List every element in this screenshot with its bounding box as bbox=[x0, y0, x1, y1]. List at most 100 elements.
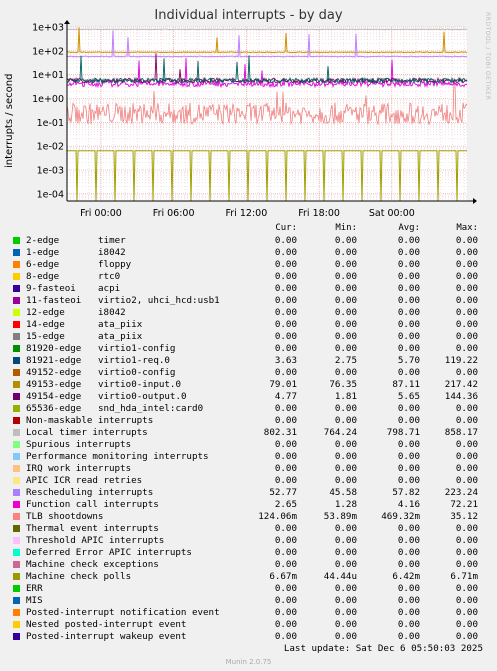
legend-row: 81920-edge virtio1-config 0.00 0.00 0.00 0.00 bbox=[0, 343, 497, 355]
legend-max-value: 0.00 bbox=[455, 235, 478, 246]
legend-row: 8-edge rtc0 0.00 0.00 0.00 0.00 bbox=[0, 271, 497, 283]
legend-row: Threshold APIC interrupts 0.00 0.00 0.00 0.0… bbox=[0, 535, 497, 547]
legend-swatch bbox=[13, 405, 20, 412]
legend-swatch bbox=[13, 465, 20, 472]
legend-max-value: 0.00 bbox=[455, 331, 478, 342]
x-tick-label: Fri 12:00 bbox=[226, 208, 268, 219]
legend-swatch bbox=[13, 273, 20, 280]
legend-device: virtio0-output.0 bbox=[98, 391, 187, 402]
legend-device: ata_piix bbox=[98, 319, 143, 330]
legend-min-value: 53.89m bbox=[323, 511, 357, 522]
legend-row: 49152-edge virtio0-config 0.00 0.00 0.00 0.00 bbox=[0, 367, 497, 379]
legend-swatch bbox=[13, 633, 20, 640]
legend-min-value: 0.00 bbox=[334, 523, 357, 534]
legend-label: Performance monitoring interrupts bbox=[26, 451, 209, 462]
legend-label: 2-edge bbox=[26, 235, 60, 246]
legend-label: Local timer interrupts bbox=[26, 427, 148, 438]
legend-min-value: 0.00 bbox=[334, 235, 357, 246]
legend-swatch bbox=[13, 321, 20, 328]
legend-max-value: 0.00 bbox=[455, 619, 478, 630]
legend-swatch bbox=[13, 489, 20, 496]
legend-row: 9-fasteoi acpi 0.00 0.00 0.00 0.00 bbox=[0, 283, 497, 295]
legend-swatch bbox=[13, 609, 20, 616]
legend-device: virtio0-input.0 bbox=[98, 379, 181, 390]
legend-device: virtio2, uhci_hcd:usb1 bbox=[98, 295, 220, 306]
legend-swatch bbox=[13, 453, 20, 460]
legend-swatch bbox=[13, 393, 20, 400]
legend-device: i8042 bbox=[98, 247, 126, 258]
legend-min-value: 764.24 bbox=[323, 427, 357, 438]
legend-min-value: 0.00 bbox=[334, 331, 357, 342]
legend-swatch bbox=[13, 357, 20, 364]
legend-min-value: 0.00 bbox=[334, 415, 357, 426]
legend-min-value: 0.00 bbox=[334, 283, 357, 294]
x-tick-label: Fri 00:00 bbox=[80, 208, 122, 219]
legend-max-value: 0.00 bbox=[455, 247, 478, 258]
series-local-timer bbox=[66, 28, 468, 31]
legend-min-value: 0.00 bbox=[334, 463, 357, 474]
chart-plot: 1e+03 1e+02 1e+01 1e+00 1e-01 1e-02 1e-03 1e-04… bbox=[32, 20, 477, 219]
last-update: Last update: Sat Dec 6 05:50:03 2025 bbox=[283, 643, 483, 654]
legend-swatch bbox=[13, 417, 20, 424]
legend-device: rtc0 bbox=[98, 271, 121, 282]
legend-swatch bbox=[13, 429, 20, 436]
legend-row: Posted-interrupt wakeup event 0.00 0.00 0.0… bbox=[0, 631, 497, 643]
legend-swatch bbox=[13, 369, 20, 376]
legend-row: 49153-edge virtio0-input.0 79.01 76.35 87.11… bbox=[0, 379, 497, 391]
legend-max-value: 0.00 bbox=[455, 463, 478, 474]
legend-max-value: 0.00 bbox=[455, 319, 478, 330]
legend-swatch bbox=[13, 297, 20, 304]
legend-label: Posted-interrupt wakeup event bbox=[26, 631, 187, 642]
legend-max-value: 0.00 bbox=[455, 403, 478, 414]
legend-label: Nested posted-interrupt event bbox=[26, 619, 187, 630]
legend-min-value: 0.00 bbox=[334, 559, 357, 570]
y-tick-label: 1e-01 bbox=[37, 118, 64, 129]
legend-swatch bbox=[13, 237, 20, 244]
legend-min-value: 0.00 bbox=[334, 439, 357, 450]
legend-max-value: 0.00 bbox=[455, 451, 478, 462]
legend-label: 14-edge bbox=[26, 319, 65, 330]
legend-min-value: 0.00 bbox=[334, 319, 357, 330]
legend-row: Performance monitoring interrupts 0.00 0.0… bbox=[0, 451, 497, 463]
legend-row: 12-edge i8042 0.00 0.00 0.00 0.00 bbox=[0, 307, 497, 319]
legend-device: floppy bbox=[98, 259, 132, 270]
legend-max-value: 0.00 bbox=[455, 475, 478, 486]
legend-max-value: 0.00 bbox=[455, 547, 478, 558]
legend-row: Local timer interrupts 802.31 764.24 798.71… bbox=[0, 427, 497, 439]
legend-label: 12-edge bbox=[26, 307, 65, 318]
legend-min-value: 0.00 bbox=[334, 451, 357, 462]
legend-max-value: 0.00 bbox=[455, 439, 478, 450]
legend-swatch bbox=[13, 333, 20, 340]
legend-max-value: 6.71m bbox=[450, 571, 478, 582]
legend-row: 49154-edge virtio0-output.0 4.77 1.81 5.65 14… bbox=[0, 391, 497, 403]
legend-row: 1-edge i8042 0.00 0.00 0.00 0.00 bbox=[0, 247, 497, 259]
legend-min-value: 0.00 bbox=[334, 619, 357, 630]
x-tick-label: Fri 18:00 bbox=[298, 208, 340, 219]
legend-label: Machine check exceptions bbox=[26, 559, 159, 570]
legend-label: Machine check polls bbox=[26, 571, 132, 582]
legend-label: IRQ work interrupts bbox=[26, 463, 132, 474]
legend-min-value: 0.00 bbox=[334, 343, 357, 354]
legend-device: i8042 bbox=[98, 307, 126, 318]
legend-swatch bbox=[13, 249, 20, 256]
legend-row: 81921-edge virtio1-req.0 3.63 2.75 5.70 119.2… bbox=[0, 355, 497, 367]
legend-max-value: 0.00 bbox=[455, 367, 478, 378]
legend-device: ata_piix bbox=[98, 331, 143, 342]
legend-row: TLB shootdowns 124.06m 53.89m 469.32m 35.12 bbox=[0, 511, 497, 523]
legend-row: Non-maskable interrupts 0.00 0.00 0.00 0.00 bbox=[0, 415, 497, 427]
legend-row: APIC ICR read retries 0.00 0.00 0.00 0.00 bbox=[0, 475, 497, 487]
legend-device: snd_hda_intel:card0 bbox=[98, 403, 204, 414]
legend-min-value: 45.58 bbox=[329, 487, 357, 498]
legend-max-value: 0.00 bbox=[455, 535, 478, 546]
legend-device: timer bbox=[98, 235, 126, 246]
legend-row: IRQ work interrupts 0.00 0.00 0.00 0.00 bbox=[0, 463, 497, 475]
legend-swatch bbox=[13, 585, 20, 592]
legend-row: Rescheduling interrupts 52.77 45.58 57.82 22… bbox=[0, 487, 497, 499]
legend-device: virtio1-req.0 bbox=[98, 355, 170, 366]
x-axis-arrow bbox=[473, 198, 477, 204]
legend-max-value: 0.00 bbox=[455, 343, 478, 354]
y-tick-label: 1e+02 bbox=[32, 46, 64, 57]
legend-label: 11-fasteoi bbox=[26, 295, 82, 306]
munin-version: Munin 2.0.75 bbox=[225, 658, 272, 666]
y-tick-label: 1e-03 bbox=[37, 165, 64, 176]
